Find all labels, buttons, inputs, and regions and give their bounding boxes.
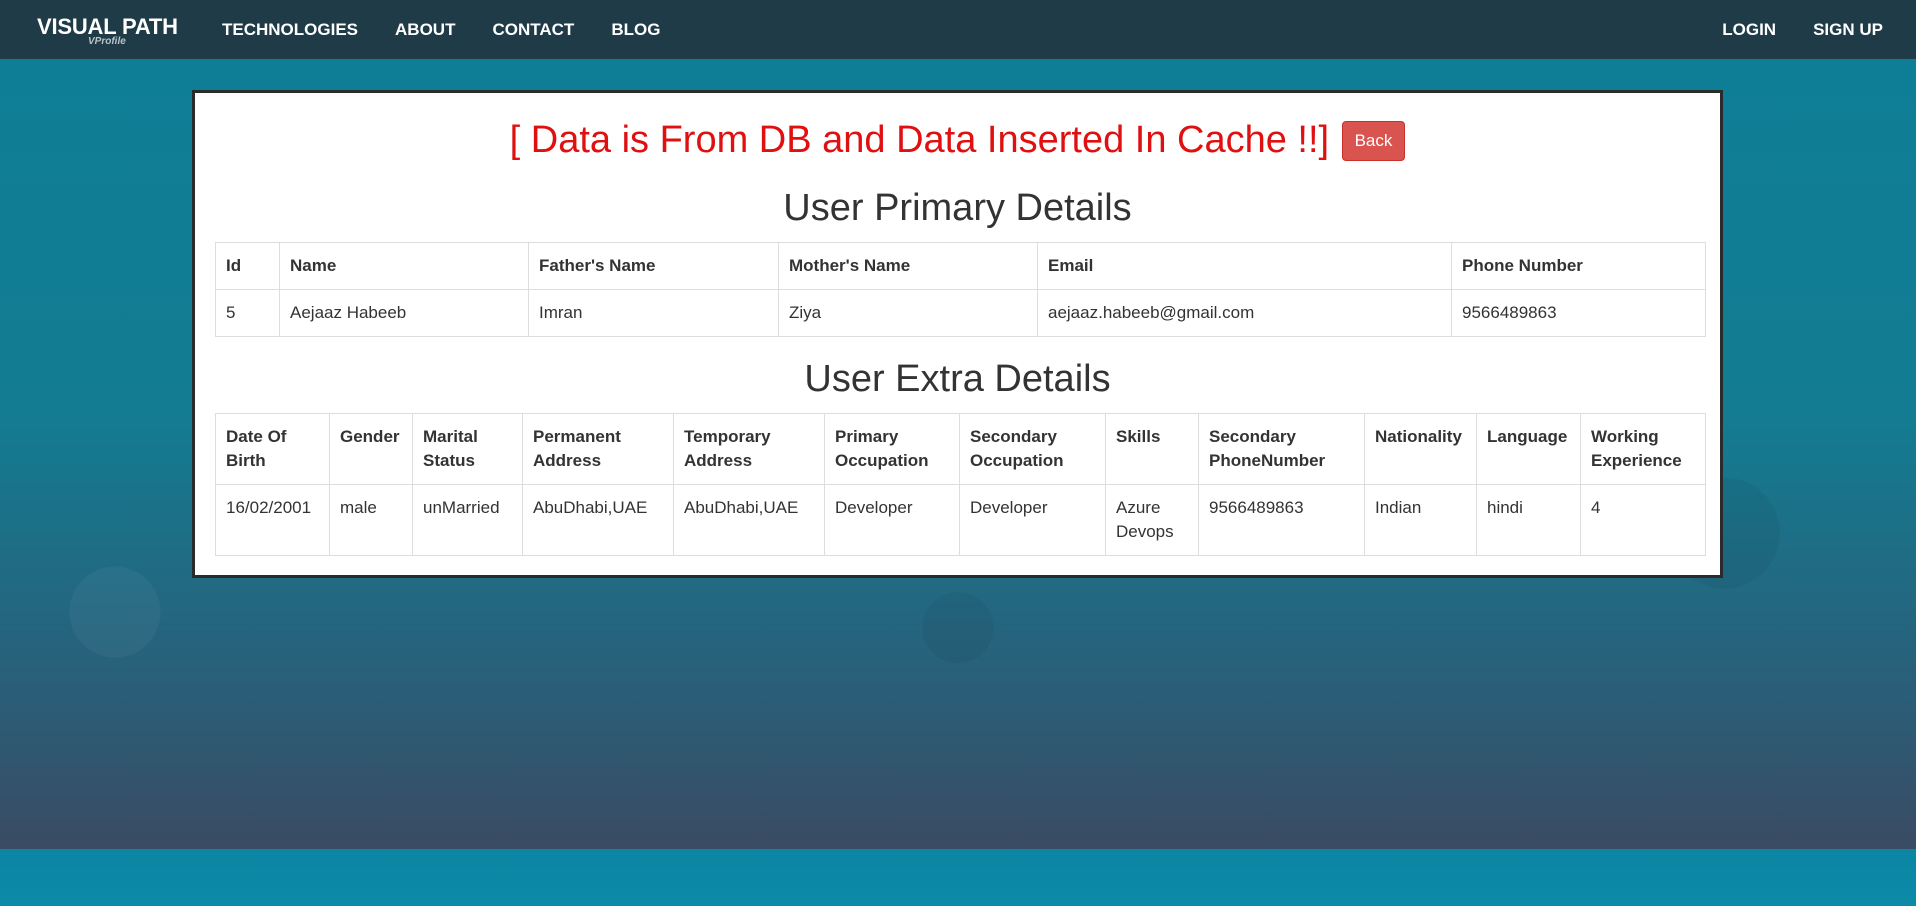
column-header: Marital Status	[412, 413, 523, 485]
nav-auth-links: LOGIN SIGN UP	[1685, 0, 1883, 59]
column-header: Permanent Address	[522, 413, 674, 485]
column-header: Language	[1476, 413, 1581, 485]
column-header: Secondary PhoneNumber	[1198, 413, 1365, 485]
nav-link-technologies[interactable]: TECHNOLOGIES	[222, 20, 358, 40]
table-cell: AbuDhabi,UAE	[522, 484, 674, 556]
column-header: Date Of Birth	[215, 413, 330, 485]
column-header: Father's Name	[528, 242, 779, 290]
back-button[interactable]: Back	[1341, 120, 1406, 161]
column-header: Temporary Address	[673, 413, 825, 485]
table-cell: AbuDhabi,UAE	[673, 484, 825, 556]
details-panel: [ Data is From DB and Data Inserted In C…	[192, 90, 1723, 578]
table-cell: 16/02/2001	[215, 484, 330, 556]
column-header: Secondary Occupation	[959, 413, 1106, 485]
extra-details-table: Date Of Birth Gender Marital Status Perm…	[215, 413, 1706, 556]
column-header: Mother's Name	[778, 242, 1038, 290]
navbar: VISUAL PATH VProfile TECHNOLOGIES ABOUT …	[0, 0, 1916, 59]
column-header: Primary Occupation	[824, 413, 960, 485]
table-cell: 4	[1580, 484, 1706, 556]
nav-link-blog[interactable]: BLOG	[611, 20, 660, 40]
column-header: Skills	[1105, 413, 1199, 485]
table-cell: 9566489863	[1198, 484, 1365, 556]
table-cell: male	[329, 484, 413, 556]
extra-details-title: User Extra Details	[804, 358, 1111, 400]
primary-details-title: User Primary Details	[783, 187, 1132, 229]
nav-link-contact[interactable]: CONTACT	[492, 20, 574, 40]
table-cell: 9566489863	[1451, 289, 1706, 337]
page-footer-strip	[0, 849, 1916, 906]
table-cell: Ziya	[778, 289, 1038, 337]
table-cell: 5	[215, 289, 280, 337]
table-row: 5 Aejaaz Habeeb Imran Ziya aejaaz.habeeb…	[215, 289, 1706, 337]
table-cell: unMarried	[412, 484, 523, 556]
cache-message-row: [ Data is From DB and Data Inserted In C…	[195, 119, 1720, 162]
table-row: 16/02/2001 male unMarried AbuDhabi,UAE A…	[215, 484, 1706, 556]
brand-subtitle: VProfile	[88, 36, 126, 47]
table-cell: hindi	[1476, 484, 1581, 556]
table-header-row: Id Name Father's Name Mother's Name Emai…	[215, 242, 1706, 290]
column-header: Name	[279, 242, 529, 290]
table-cell: Indian	[1364, 484, 1477, 556]
primary-details-table: Id Name Father's Name Mother's Name Emai…	[215, 242, 1706, 337]
table-cell: Aejaaz Habeeb	[279, 289, 529, 337]
column-header: Nationality	[1364, 413, 1477, 485]
column-header: Working Experience	[1580, 413, 1706, 485]
column-header: Email	[1037, 242, 1452, 290]
table-cell: Developer	[959, 484, 1106, 556]
column-header: Gender	[329, 413, 413, 485]
login-link[interactable]: LOGIN	[1722, 20, 1776, 40]
column-header: Phone Number	[1451, 242, 1706, 290]
signup-link[interactable]: SIGN UP	[1813, 20, 1883, 40]
nav-link-about[interactable]: ABOUT	[395, 20, 455, 40]
column-header: Id	[215, 242, 280, 290]
table-cell: aejaaz.habeeb@gmail.com	[1037, 289, 1452, 337]
cache-status-message: [ Data is From DB and Data Inserted In C…	[509, 119, 1330, 161]
nav-links: TECHNOLOGIES ABOUT CONTACT BLOG	[222, 0, 697, 59]
table-cell: Azure Devops	[1105, 484, 1199, 556]
table-header-row: Date Of Birth Gender Marital Status Perm…	[215, 413, 1706, 485]
table-cell: Imran	[528, 289, 779, 337]
table-cell: Developer	[824, 484, 960, 556]
